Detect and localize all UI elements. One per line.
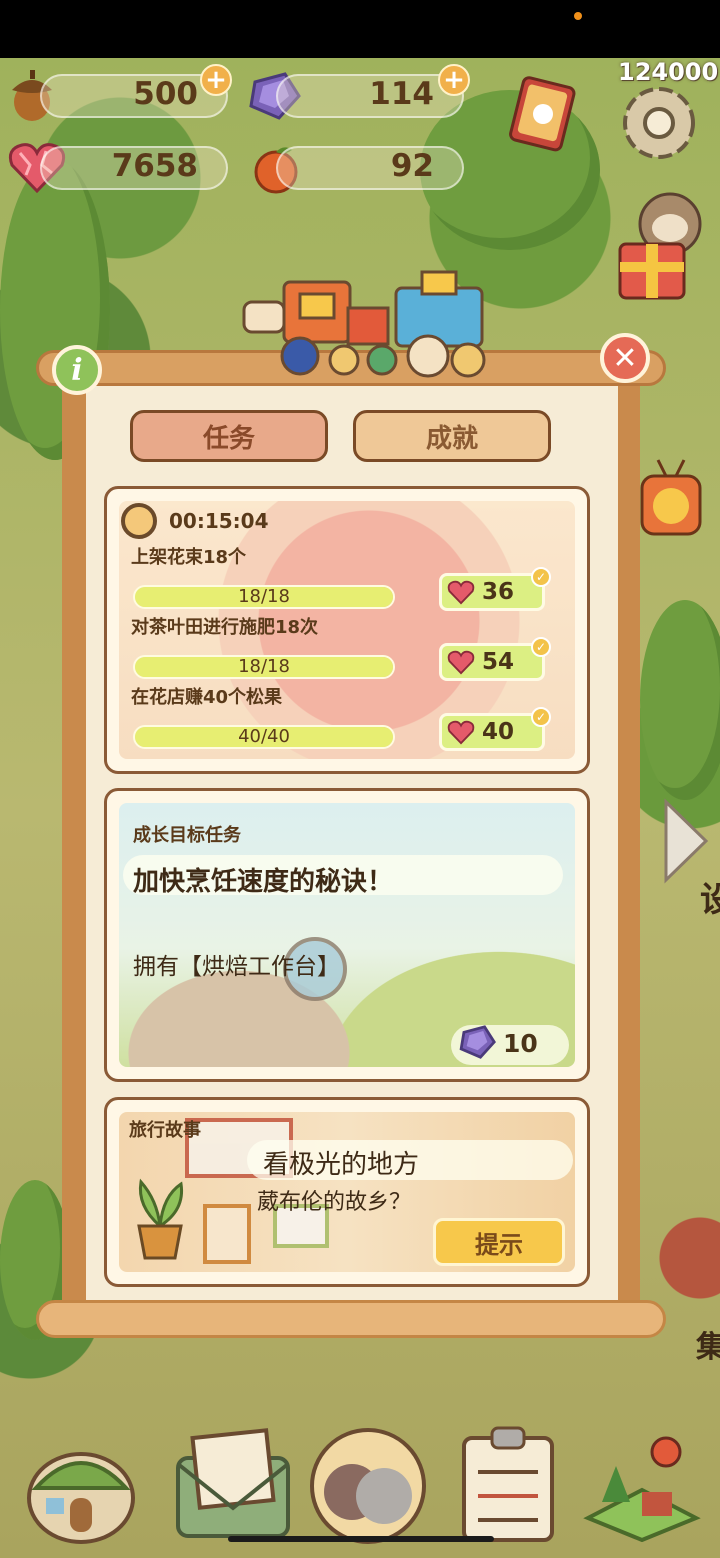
growth-task-card[interactable]: 成长目标任务 加快烹饪速度的秘诀！ 拥有【烘焙工作台】 10	[104, 788, 590, 1082]
task-label: 在花店赚40个松果	[131, 687, 283, 708]
check-icon: ✓	[531, 637, 551, 657]
task-progress-text: 18/18	[238, 586, 290, 607]
heart-gem-icon	[447, 580, 475, 605]
travel-story-title: 看极光的地方	[263, 1150, 420, 1180]
acorn-count: 500	[133, 76, 198, 112]
toy-train-icon	[236, 268, 494, 388]
add-acorns-button[interactable]: +	[200, 64, 232, 96]
fruit-count: 92	[390, 148, 434, 184]
tab-achievements[interactable]: 成就	[353, 410, 551, 462]
task-label: 对茶叶田进行施肥18次	[131, 617, 319, 638]
info-button[interactable]: i	[52, 345, 102, 395]
status-indicator-dot	[574, 12, 582, 20]
side-label: 设	[700, 880, 720, 920]
task-list-nav-button[interactable]	[458, 1424, 558, 1544]
gift-sloth-icon[interactable]	[614, 186, 708, 306]
heart-gem-icon	[447, 650, 475, 675]
add-gems-button[interactable]: +	[438, 64, 470, 96]
settings-gear-icon[interactable]	[616, 80, 702, 166]
task-reward[interactable]: 36	[439, 573, 545, 611]
growth-reward-amount: 10	[503, 1029, 538, 1058]
gem-count: 114	[369, 76, 434, 112]
collection-nav-button[interactable]	[308, 1426, 428, 1546]
home-nav-button[interactable]	[22, 1434, 140, 1544]
task-timer: 00:15:04	[169, 509, 269, 533]
task-reward-amount: 54	[482, 649, 515, 675]
task-reward[interactable]: 40	[439, 713, 545, 751]
book-icon[interactable]	[500, 72, 586, 158]
growth-task-description: 拥有【烘焙工作台】	[133, 954, 340, 980]
close-icon: ✕	[612, 340, 638, 376]
travel-story-card: 旅行故事 看极光的地方 葳布伦的故乡？ 提示	[104, 1097, 590, 1287]
task-progress-text: 18/18	[238, 656, 290, 677]
map-nav-button[interactable]	[582, 1430, 702, 1543]
heart-count: 7658	[111, 148, 198, 184]
hint-button[interactable]: 提示	[433, 1218, 565, 1266]
clock-icon	[121, 503, 157, 539]
travel-section-label: 旅行故事	[129, 1120, 201, 1141]
tab-tasks[interactable]: 任务	[130, 410, 328, 462]
home-indicator	[228, 1536, 494, 1542]
status-bar	[0, 0, 720, 58]
scroll-rod-bottom	[36, 1300, 666, 1338]
task-reward-amount: 36	[482, 579, 515, 605]
potted-plant-icon	[127, 1176, 193, 1266]
close-button[interactable]: ✕	[600, 333, 650, 383]
daily-tasks-card: 00:15:04 上架花束18个 18/18 36 ✓ 对茶叶田进行施肥18次 …	[104, 486, 590, 774]
tv-icon[interactable]	[636, 456, 706, 546]
mail-nav-button[interactable]	[166, 1424, 300, 1544]
check-icon: ✓	[531, 707, 551, 727]
task-reward-amount: 40	[482, 719, 515, 745]
tree-decoration	[640, 600, 720, 800]
gem-icon	[457, 1023, 497, 1063]
picture-frame-icon	[203, 1204, 251, 1264]
check-icon: ✓	[531, 567, 551, 587]
side-label: 集	[696, 1330, 720, 1365]
travel-story-subtitle: 葳布伦的故乡？	[257, 1190, 412, 1215]
growth-task-title: 加快烹饪速度的秘诀！	[133, 867, 394, 897]
task-progress-text: 40/40	[238, 726, 290, 747]
heart-gem-icon	[447, 720, 475, 745]
task-reward[interactable]: 54	[439, 643, 545, 681]
growth-section-label: 成长目标任务	[133, 825, 241, 846]
task-label: 上架花束18个	[131, 547, 247, 568]
info-icon: i	[71, 352, 83, 388]
